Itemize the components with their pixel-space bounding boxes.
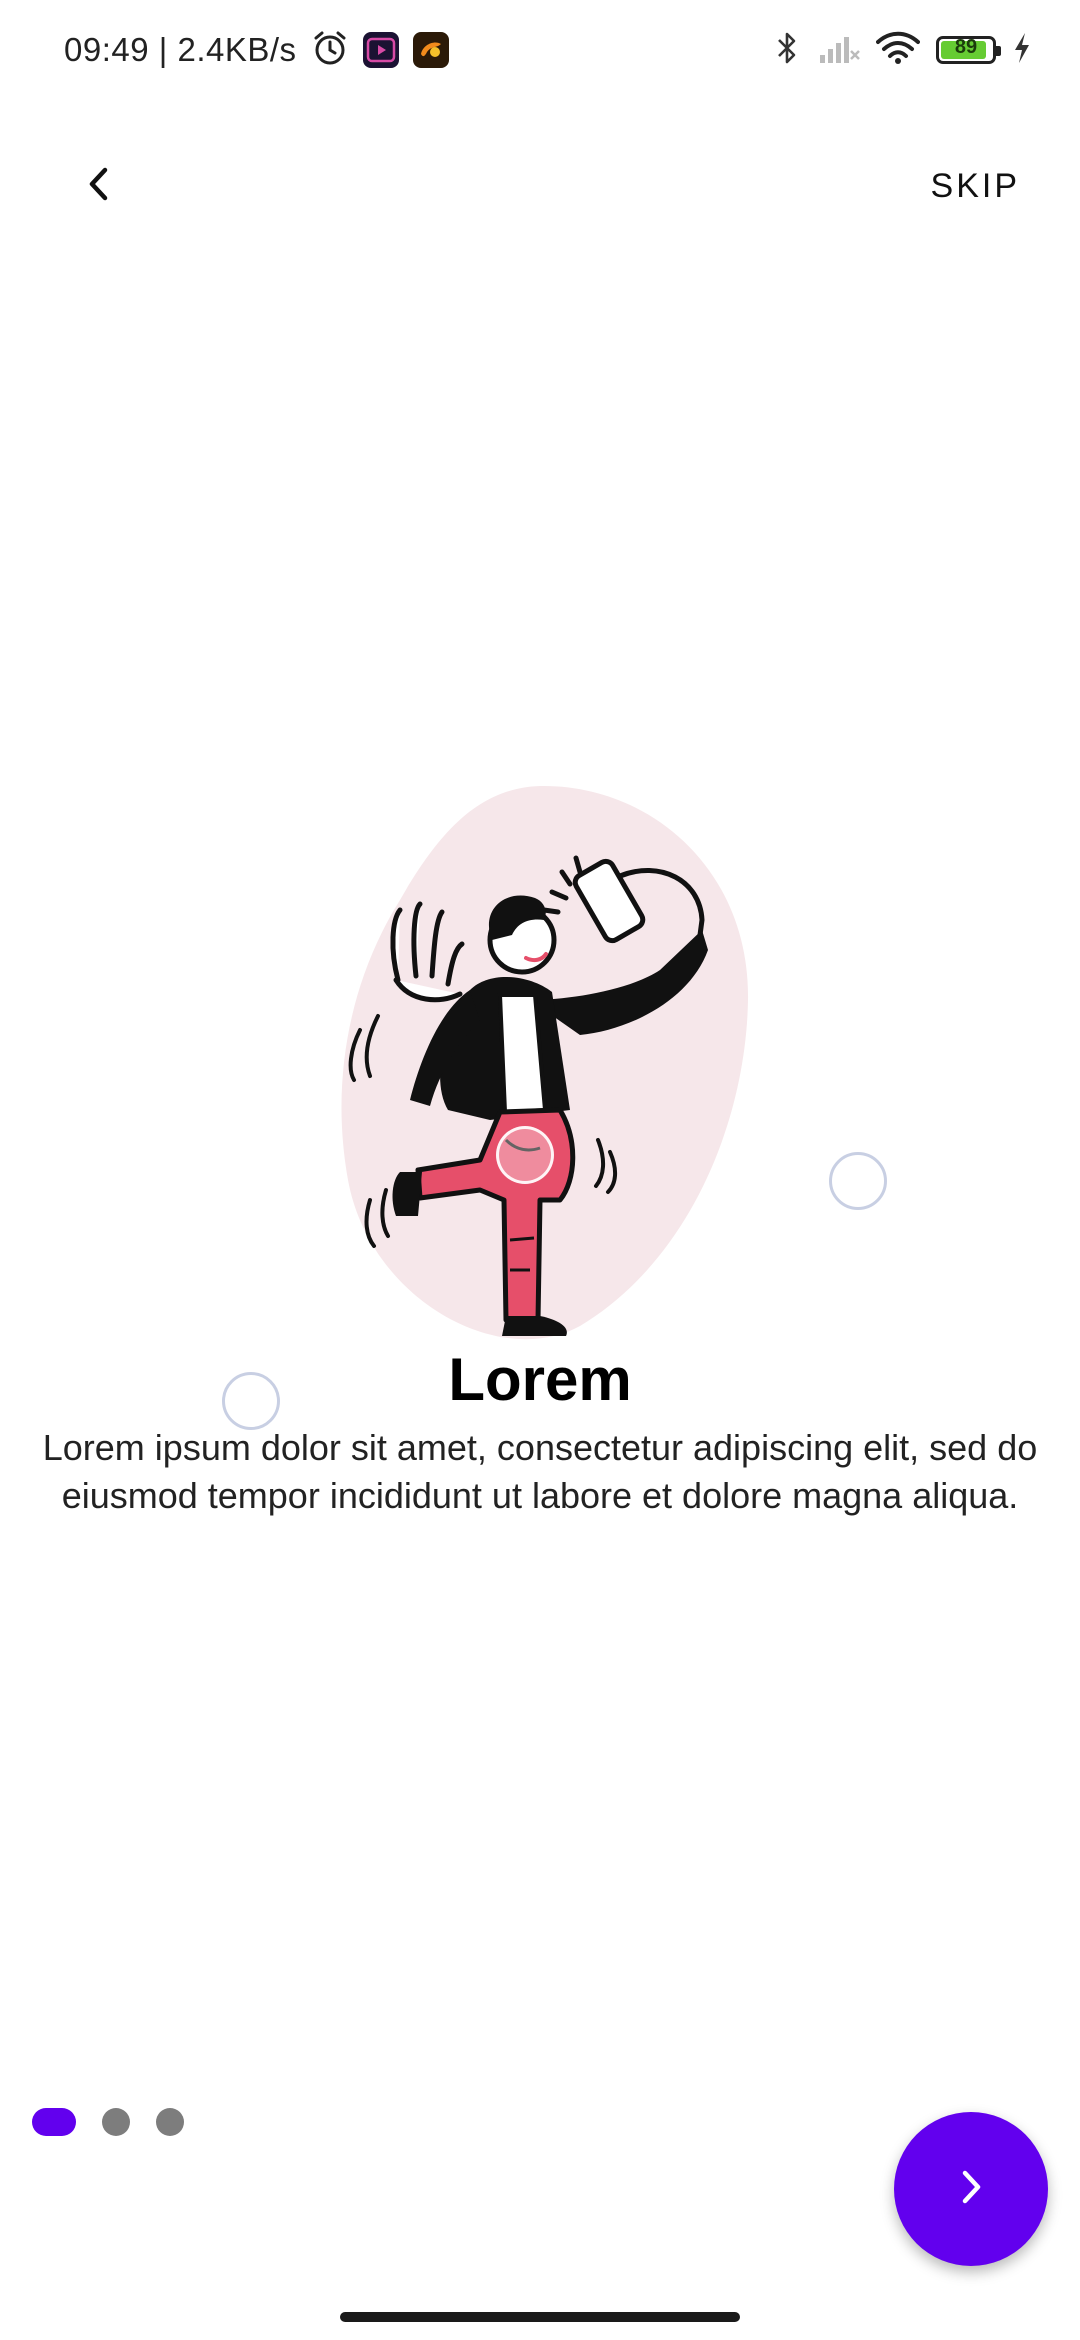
touch-indicator <box>496 1126 554 1184</box>
page-indicator <box>32 2108 184 2136</box>
touch-indicator <box>829 1152 887 1210</box>
home-indicator[interactable] <box>340 2312 740 2322</box>
page-dot <box>156 2108 184 2136</box>
chevron-left-icon <box>80 164 120 209</box>
status-time-speed: 09:49 | 2.4KB/s <box>64 31 297 68</box>
back-button[interactable] <box>62 148 138 224</box>
chevron-right-icon <box>951 2167 991 2212</box>
status-right: 89 <box>772 26 1032 74</box>
next-button[interactable] <box>894 2112 1048 2266</box>
battery-icon: 89 <box>936 36 1001 64</box>
battery-level: 89 <box>954 36 978 58</box>
skip-button[interactable]: SKIP <box>931 156 1020 216</box>
app-icon <box>412 32 449 68</box>
wifi-icon <box>876 31 920 70</box>
touch-indicator <box>222 1372 280 1430</box>
status-bar: 09:49 | 2.4KB/s 89 <box>0 0 1080 100</box>
onboarding-description: Lorem ipsum dolor sit amet, consectetur … <box>42 1427 1038 1516</box>
alarm-icon <box>311 29 349 72</box>
video-app-icon <box>362 32 399 68</box>
page-dot <box>102 2108 130 2136</box>
status-left: 09:49 | 2.4KB/s <box>64 26 449 74</box>
onboarding-illustration <box>330 780 760 1340</box>
onboarding-title: Lorem <box>448 1346 632 1413</box>
page-dot-active <box>32 2108 76 2136</box>
bluetooth-icon <box>772 30 802 71</box>
charging-icon <box>1012 31 1032 70</box>
cellular-signal-icon <box>818 31 860 70</box>
